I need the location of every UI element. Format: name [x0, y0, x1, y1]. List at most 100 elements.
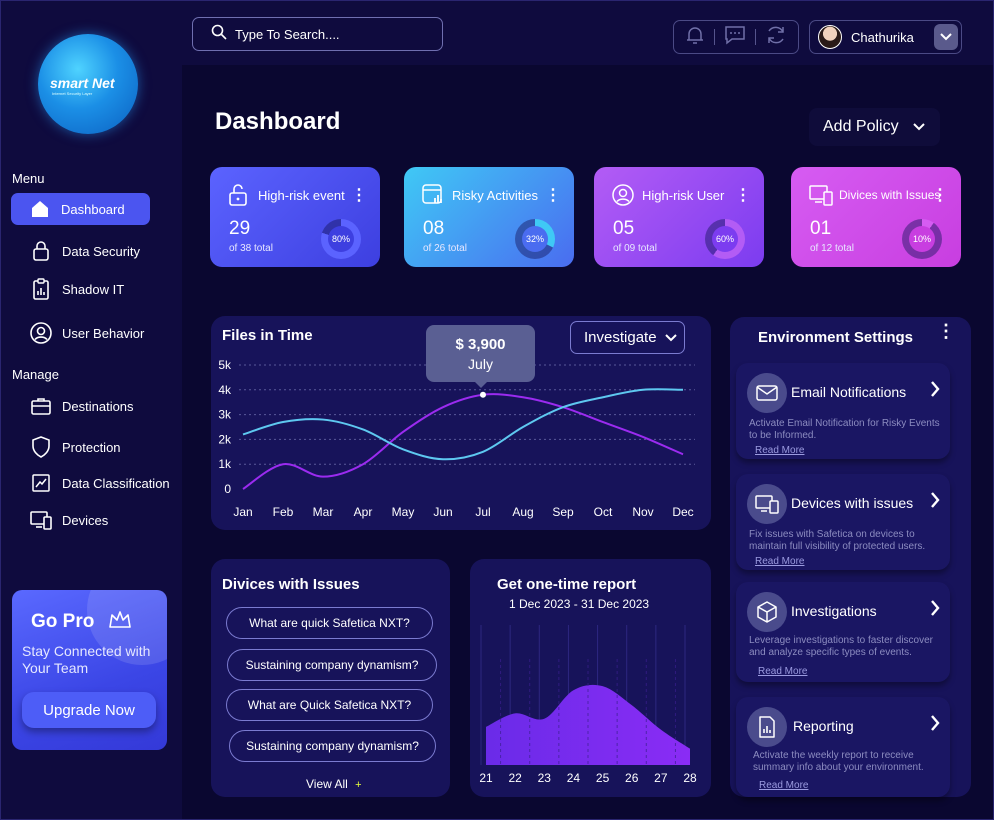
donut-percent: 80% — [328, 226, 354, 252]
donut-percent: 60% — [712, 226, 738, 252]
question-pill[interactable]: Sustaining company dynamism? — [227, 649, 437, 681]
env-item-reporting[interactable]: Reporting Activate the weekly report to … — [736, 697, 950, 797]
search-input[interactable] — [235, 26, 425, 42]
sidebar-item-devices[interactable]: Devices — [11, 504, 173, 536]
page-title: Dashboard — [215, 108, 341, 135]
sidebar-item-shadow-it[interactable]: Shadow IT — [11, 273, 173, 305]
tooltip-value: $ 3,900 — [455, 336, 506, 353]
question-pill[interactable]: Sustaining company dynamism? — [229, 730, 436, 762]
report-doc-icon — [747, 707, 787, 747]
stat-card-high-risk-event[interactable]: High-risk event ⋮ 29 of 38 total 80% — [210, 167, 380, 267]
sidebar-item-protection[interactable]: Protection — [11, 431, 173, 463]
unlock-icon — [228, 184, 250, 206]
user-name: Chathurika — [851, 29, 914, 45]
read-more-link[interactable]: Read More — [755, 556, 804, 567]
x-tick-label: Feb — [273, 505, 294, 519]
more-options-icon[interactable]: ⋮ — [937, 321, 955, 342]
stat-card-risky-activities[interactable]: Risky Activities ⋮ 08 of 26 total 32% — [404, 167, 574, 267]
go-pro-title: Go Pro — [31, 611, 95, 632]
x-tick-label: 24 — [567, 771, 581, 785]
series-line — [242, 393, 684, 490]
clipboard-chart-icon — [30, 278, 52, 300]
tooltip-arrow — [475, 382, 487, 388]
logo-text: smart Net — [50, 75, 115, 91]
x-tick-label: 28 — [683, 771, 697, 785]
sidebar-item-user-behavior[interactable]: User Behavior — [11, 317, 173, 349]
highlight-point — [480, 391, 486, 398]
y-tick-label: 5k — [218, 358, 232, 372]
search-box[interactable] — [192, 17, 443, 51]
sidebar-item-data-security[interactable]: Data Security — [11, 235, 173, 267]
more-options-icon[interactable]: ⋮ — [932, 185, 948, 205]
sidebar-item-label: Destinations — [62, 398, 134, 414]
question-pill[interactable]: What are Quick Safetica NXT? — [226, 689, 433, 721]
y-tick-label: 2k — [218, 432, 232, 446]
environment-settings-card: Environment Settings ⋮ Email Notificatio… — [730, 317, 971, 797]
chevron-right-icon[interactable] — [930, 492, 940, 513]
x-tick-label: 23 — [538, 771, 552, 785]
report-area-chart: 21 22 23 24 25 26 27 28 — [479, 625, 697, 785]
stat-value: 29 — [229, 218, 251, 239]
sidebar-item-dashboard[interactable]: Dashboard — [11, 193, 150, 225]
divider — [713, 29, 715, 45]
chart-line-icon — [30, 472, 52, 494]
stat-total: of 09 total — [613, 243, 657, 254]
x-tick-label: Aug — [512, 505, 533, 519]
stat-value: 05 — [613, 218, 635, 239]
divider — [755, 29, 757, 45]
chevron-right-icon[interactable] — [930, 715, 940, 736]
more-options-icon[interactable]: ⋮ — [351, 185, 367, 205]
sidebar-item-label: Protection — [62, 439, 121, 455]
stat-title: Risky Activities — [452, 188, 538, 203]
env-item-email-notifications[interactable]: Email Notifications Activate Email Notif… — [736, 363, 950, 459]
view-all-link[interactable]: View All + — [306, 777, 362, 791]
briefcase-icon — [30, 395, 52, 417]
more-options-icon[interactable]: ⋮ — [735, 185, 751, 205]
read-more-link[interactable]: Read More — [758, 666, 807, 677]
chevron-right-icon[interactable] — [930, 381, 940, 402]
card-title: Divices with Issues — [222, 576, 360, 593]
chevron-down-icon[interactable] — [934, 24, 958, 50]
x-tick-label: 21 — [479, 771, 493, 785]
read-more-link[interactable]: Read More — [755, 445, 804, 456]
devices-icon — [30, 509, 52, 531]
env-item-investigations[interactable]: Investigations Leverage investigations t… — [736, 582, 950, 682]
bell-icon[interactable] — [685, 25, 705, 50]
manage-label: Manage — [12, 367, 59, 382]
add-policy-label: Add Policy — [823, 118, 899, 135]
plus-icon: + — [355, 779, 362, 791]
progress-donut: 32% — [515, 219, 555, 259]
card-title: Environment Settings — [758, 329, 914, 346]
x-tick-label: 25 — [596, 771, 610, 785]
logo[interactable]: smart Net Internet Security Layer — [38, 34, 138, 134]
sidebar-item-label: Shadow IT — [62, 281, 125, 297]
progress-donut: 60% — [705, 219, 745, 259]
search-icon — [211, 24, 227, 45]
sidebar-item-data-classification[interactable]: Data Classification — [11, 467, 173, 499]
avatar — [818, 25, 842, 49]
question-pill[interactable]: What are quick Safetica NXT? — [226, 607, 433, 639]
env-item-desc: Fix issues with Safetica on devices to m… — [749, 529, 926, 552]
user-circle-icon — [30, 322, 52, 344]
stat-total: of 26 total — [423, 243, 467, 254]
x-tick-label: 27 — [654, 771, 668, 785]
upgrade-now-button[interactable]: Upgrade Now — [22, 692, 156, 728]
add-policy-button[interactable]: Add Policy — [809, 108, 940, 146]
sidebar-item-destinations[interactable]: Destinations — [11, 390, 173, 422]
refresh-icon[interactable] — [765, 24, 787, 51]
go-pro-subtitle: Stay Connected with Your Team — [22, 643, 151, 676]
sidebar: smart Net Internet Security Layer Menu D… — [1, 1, 182, 819]
one-time-report-card: Get one-time report 1 Dec 2023 - 31 Dec … — [470, 559, 711, 797]
chat-icon[interactable] — [724, 25, 746, 50]
x-tick-label: Jun — [433, 505, 452, 519]
stat-card-devices-with-issues[interactable]: Divices with Issues ⋮ 01 of 12 total 10% — [791, 167, 961, 267]
chevron-right-icon[interactable] — [930, 600, 940, 621]
stat-total: of 38 total — [229, 243, 273, 254]
read-more-link[interactable]: Read More — [759, 780, 808, 791]
user-menu[interactable]: Chathurika — [809, 20, 962, 54]
env-item-devices-with-issues[interactable]: Devices with issues Fix issues with Safe… — [736, 474, 950, 570]
stat-card-high-risk-user[interactable]: High-risk User ⋮ 05 of 09 total 60% — [594, 167, 764, 267]
x-tick-label: Mar — [313, 505, 334, 519]
more-options-icon[interactable]: ⋮ — [545, 185, 561, 205]
env-item-title: Email Notifications — [791, 384, 907, 400]
